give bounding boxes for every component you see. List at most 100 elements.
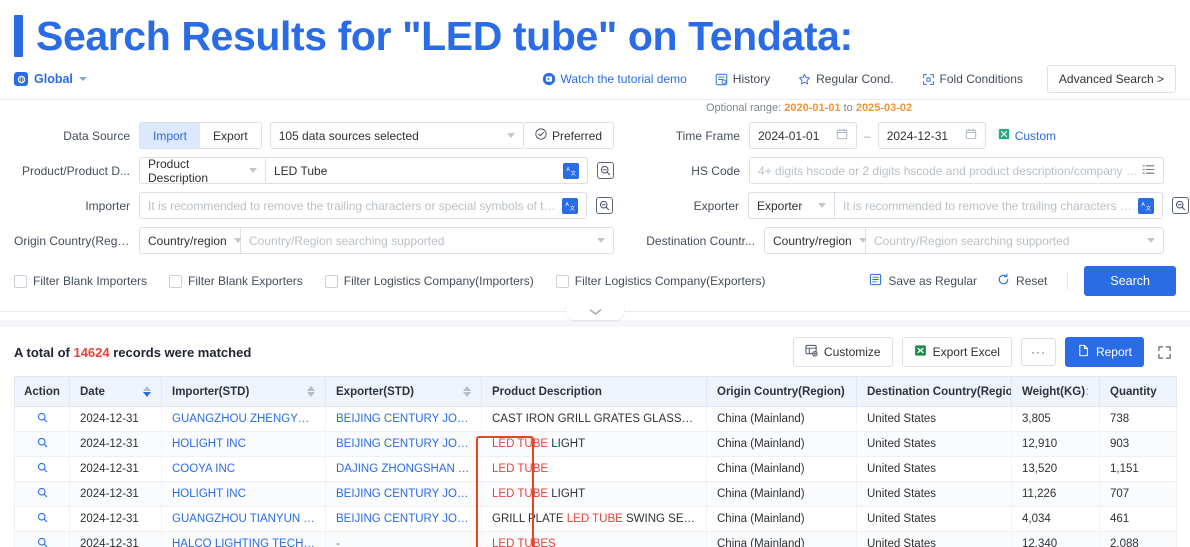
col-weight[interactable]: Weight(KG): (1011, 376, 1100, 407)
row-product-description: LED TUBES (481, 531, 707, 547)
row-exporter[interactable]: BEIJING CENTURY JOYO COU... (325, 481, 482, 507)
filter-blank-exporters-checkbox[interactable]: Filter Blank Exporters (169, 274, 303, 288)
row-weight: 13,520 (1011, 456, 1100, 482)
preferred-button[interactable]: Preferred (523, 122, 614, 149)
date-to-input[interactable]: 2024-12-31 (877, 122, 986, 149)
destination-country-label: Destination Countr... (646, 233, 755, 248)
table-row[interactable]: 2024-12-31GUANGZHOU TIANYUN TRADI...BEIJ… (14, 506, 1177, 532)
table-row[interactable]: 2024-12-31HALCO LIGHTING TECHNOLOG...- LE… (14, 531, 1177, 547)
watch-tutorial-demo-link[interactable]: Watch the tutorial demo (528, 72, 701, 86)
exporter-placeholder: It is recommended to remove the trailing… (843, 198, 1138, 213)
more-actions-button[interactable]: ··· (1020, 338, 1056, 366)
collapse-panel-toggle[interactable] (566, 303, 624, 320)
search-icon[interactable] (37, 437, 48, 448)
origin-country-input[interactable]: Country/Region searching supported (241, 227, 614, 254)
row-importer[interactable]: HALCO LIGHTING TECHNOLOG... (161, 531, 326, 547)
row-importer[interactable]: GUANGZHOU TIANYUN TRADI... (161, 506, 326, 532)
translate-icon[interactable]: A文 (563, 162, 579, 179)
row-importer[interactable]: HOLIGHT INC (161, 431, 326, 457)
row-exporter[interactable]: BEIJING CENTURY JOYO COU... (325, 506, 482, 532)
col-destination-country-label: Destination Country(Region) (867, 385, 1012, 398)
product-type-select[interactable]: Product Description (139, 157, 266, 185)
row-destination-country: United States (856, 481, 1012, 507)
advanced-search-button[interactable]: Advanced Search > (1046, 65, 1176, 93)
col-date[interactable]: Date (69, 376, 162, 407)
row-product-description: GRILL PLATE LED TUBE SWING SEAT TOWEL ..… (481, 506, 707, 532)
sort-icon[interactable] (143, 386, 151, 397)
col-action[interactable]: Action (14, 376, 70, 407)
filter-logistics-importers-checkbox[interactable]: Filter Logistics Company(Importers) (324, 274, 534, 288)
col-destination-country[interactable]: Destination Country(Region) (856, 376, 1012, 407)
custom-range-link[interactable]: Custom (998, 128, 1056, 143)
row-importer[interactable]: COOYA INC (161, 456, 326, 482)
regular-cond-link[interactable]: Regular Cond. (784, 72, 907, 86)
row-importer[interactable]: GUANGZHOU ZHENGYU TRADI... (161, 406, 326, 432)
row-action-cell[interactable] (14, 481, 70, 507)
row-importer[interactable]: HOLIGHT INC (161, 481, 326, 507)
search-icon[interactable] (37, 462, 48, 473)
row-action-cell[interactable] (14, 406, 70, 432)
search-icon[interactable] (37, 412, 48, 423)
row-exporter[interactable]: BEIJING CENTURY JOYO COU... (325, 406, 482, 432)
customize-button[interactable]: Customize (792, 337, 893, 367)
date-from-input[interactable]: 2024-01-01 (749, 122, 857, 149)
destination-type-select[interactable]: Country/region (764, 227, 867, 254)
save-as-regular-button[interactable]: Save as Regular (869, 273, 977, 289)
product-description-input[interactable]: LED Tube A文 (266, 157, 588, 184)
fullscreen-icon[interactable] (1153, 341, 1176, 364)
export-excel-button[interactable]: Export Excel (901, 337, 1012, 367)
table-row[interactable]: 2024-12-31 HOLIGHT INC BEIJING CENTURY JOY… (14, 431, 1177, 457)
collapse-panel-area (0, 303, 1190, 320)
exclude-search-icon[interactable] (1172, 197, 1189, 214)
exclude-search-icon[interactable] (596, 197, 613, 214)
col-quantity[interactable]: Quantity (1099, 376, 1177, 407)
destination-country-input[interactable]: Country/Region searching supported (866, 227, 1164, 254)
exporter-type-select[interactable]: Exporter (748, 192, 835, 219)
exclude-search-icon[interactable] (597, 162, 614, 179)
reset-button[interactable]: Reset (997, 273, 1047, 289)
region-selector[interactable]: Global (14, 72, 87, 86)
col-importer[interactable]: Importer(STD) (161, 376, 326, 407)
exporter-input[interactable]: It is recommended to remove the trailing… (835, 192, 1163, 219)
checkbox-icon (169, 274, 183, 288)
import-export-toggle[interactable]: Import Export (139, 122, 262, 149)
row-action-cell[interactable] (14, 531, 70, 547)
data-sources-select[interactable]: 105 data sources selected (269, 122, 524, 149)
history-link[interactable]: History (701, 72, 784, 86)
filter-blank-importers-checkbox[interactable]: Filter Blank Importers (14, 274, 147, 288)
chevron-down-icon (589, 303, 602, 321)
row-action-cell[interactable] (14, 431, 70, 457)
table-row[interactable]: 2024-12-31 HOLIGHT INC BEIJING CENTURY JOY… (14, 481, 1177, 507)
form-row-origin: Origin Country(Regi... Country/region Co… (14, 227, 1176, 254)
row-origin-country: China (Mainland) (706, 406, 857, 432)
row-action-cell[interactable] (14, 506, 70, 532)
search-icon[interactable] (37, 537, 48, 547)
import-tab[interactable]: Import (140, 123, 201, 148)
list-icon[interactable] (1142, 163, 1155, 179)
sort-icon[interactable] (463, 386, 471, 397)
table-row[interactable]: 2024-12-31COOYA INCDAJING ZHONGSHAN TECH… (14, 456, 1177, 482)
search-icon[interactable] (37, 487, 48, 498)
search-icon[interactable] (37, 512, 48, 523)
col-origin-country[interactable]: Origin Country(Region) (706, 376, 857, 407)
sort-icon[interactable] (307, 386, 315, 397)
table-row[interactable]: 2024-12-31GUANGZHOU ZHENGYU TRADI...BEIJ… (14, 406, 1177, 432)
row-exporter[interactable]: BEIJING CENTURY JOYO COU... (325, 431, 482, 457)
importer-input[interactable]: It is recommended to remove the trailing… (139, 192, 587, 219)
col-product-description[interactable]: Product Description (481, 376, 707, 407)
origin-type-select[interactable]: Country/region (139, 227, 242, 254)
report-button[interactable]: Report (1064, 337, 1144, 367)
row-exporter[interactable]: DAJING ZHONGSHAN TECHN... (325, 456, 482, 482)
row-date: 2024-12-31 (69, 456, 162, 482)
filter-logistics-exporters-checkbox[interactable]: Filter Logistics Company(Exporters) (555, 274, 766, 288)
row-exporter[interactable]: - (325, 531, 482, 547)
col-exporter[interactable]: Exporter(STD) (325, 376, 482, 407)
search-button[interactable]: Search (1084, 266, 1176, 296)
row-action-cell[interactable] (14, 456, 70, 482)
col-quantity-label: Quantity (1110, 385, 1157, 398)
translate-icon[interactable]: A文 (1138, 197, 1154, 214)
export-tab[interactable]: Export (200, 123, 261, 148)
fold-conditions-link[interactable]: Fold Conditions (908, 72, 1037, 86)
translate-icon[interactable]: A文 (562, 197, 578, 214)
hs-code-input[interactable]: 4+ digits hscode or 2 digits hscode and … (749, 157, 1164, 184)
